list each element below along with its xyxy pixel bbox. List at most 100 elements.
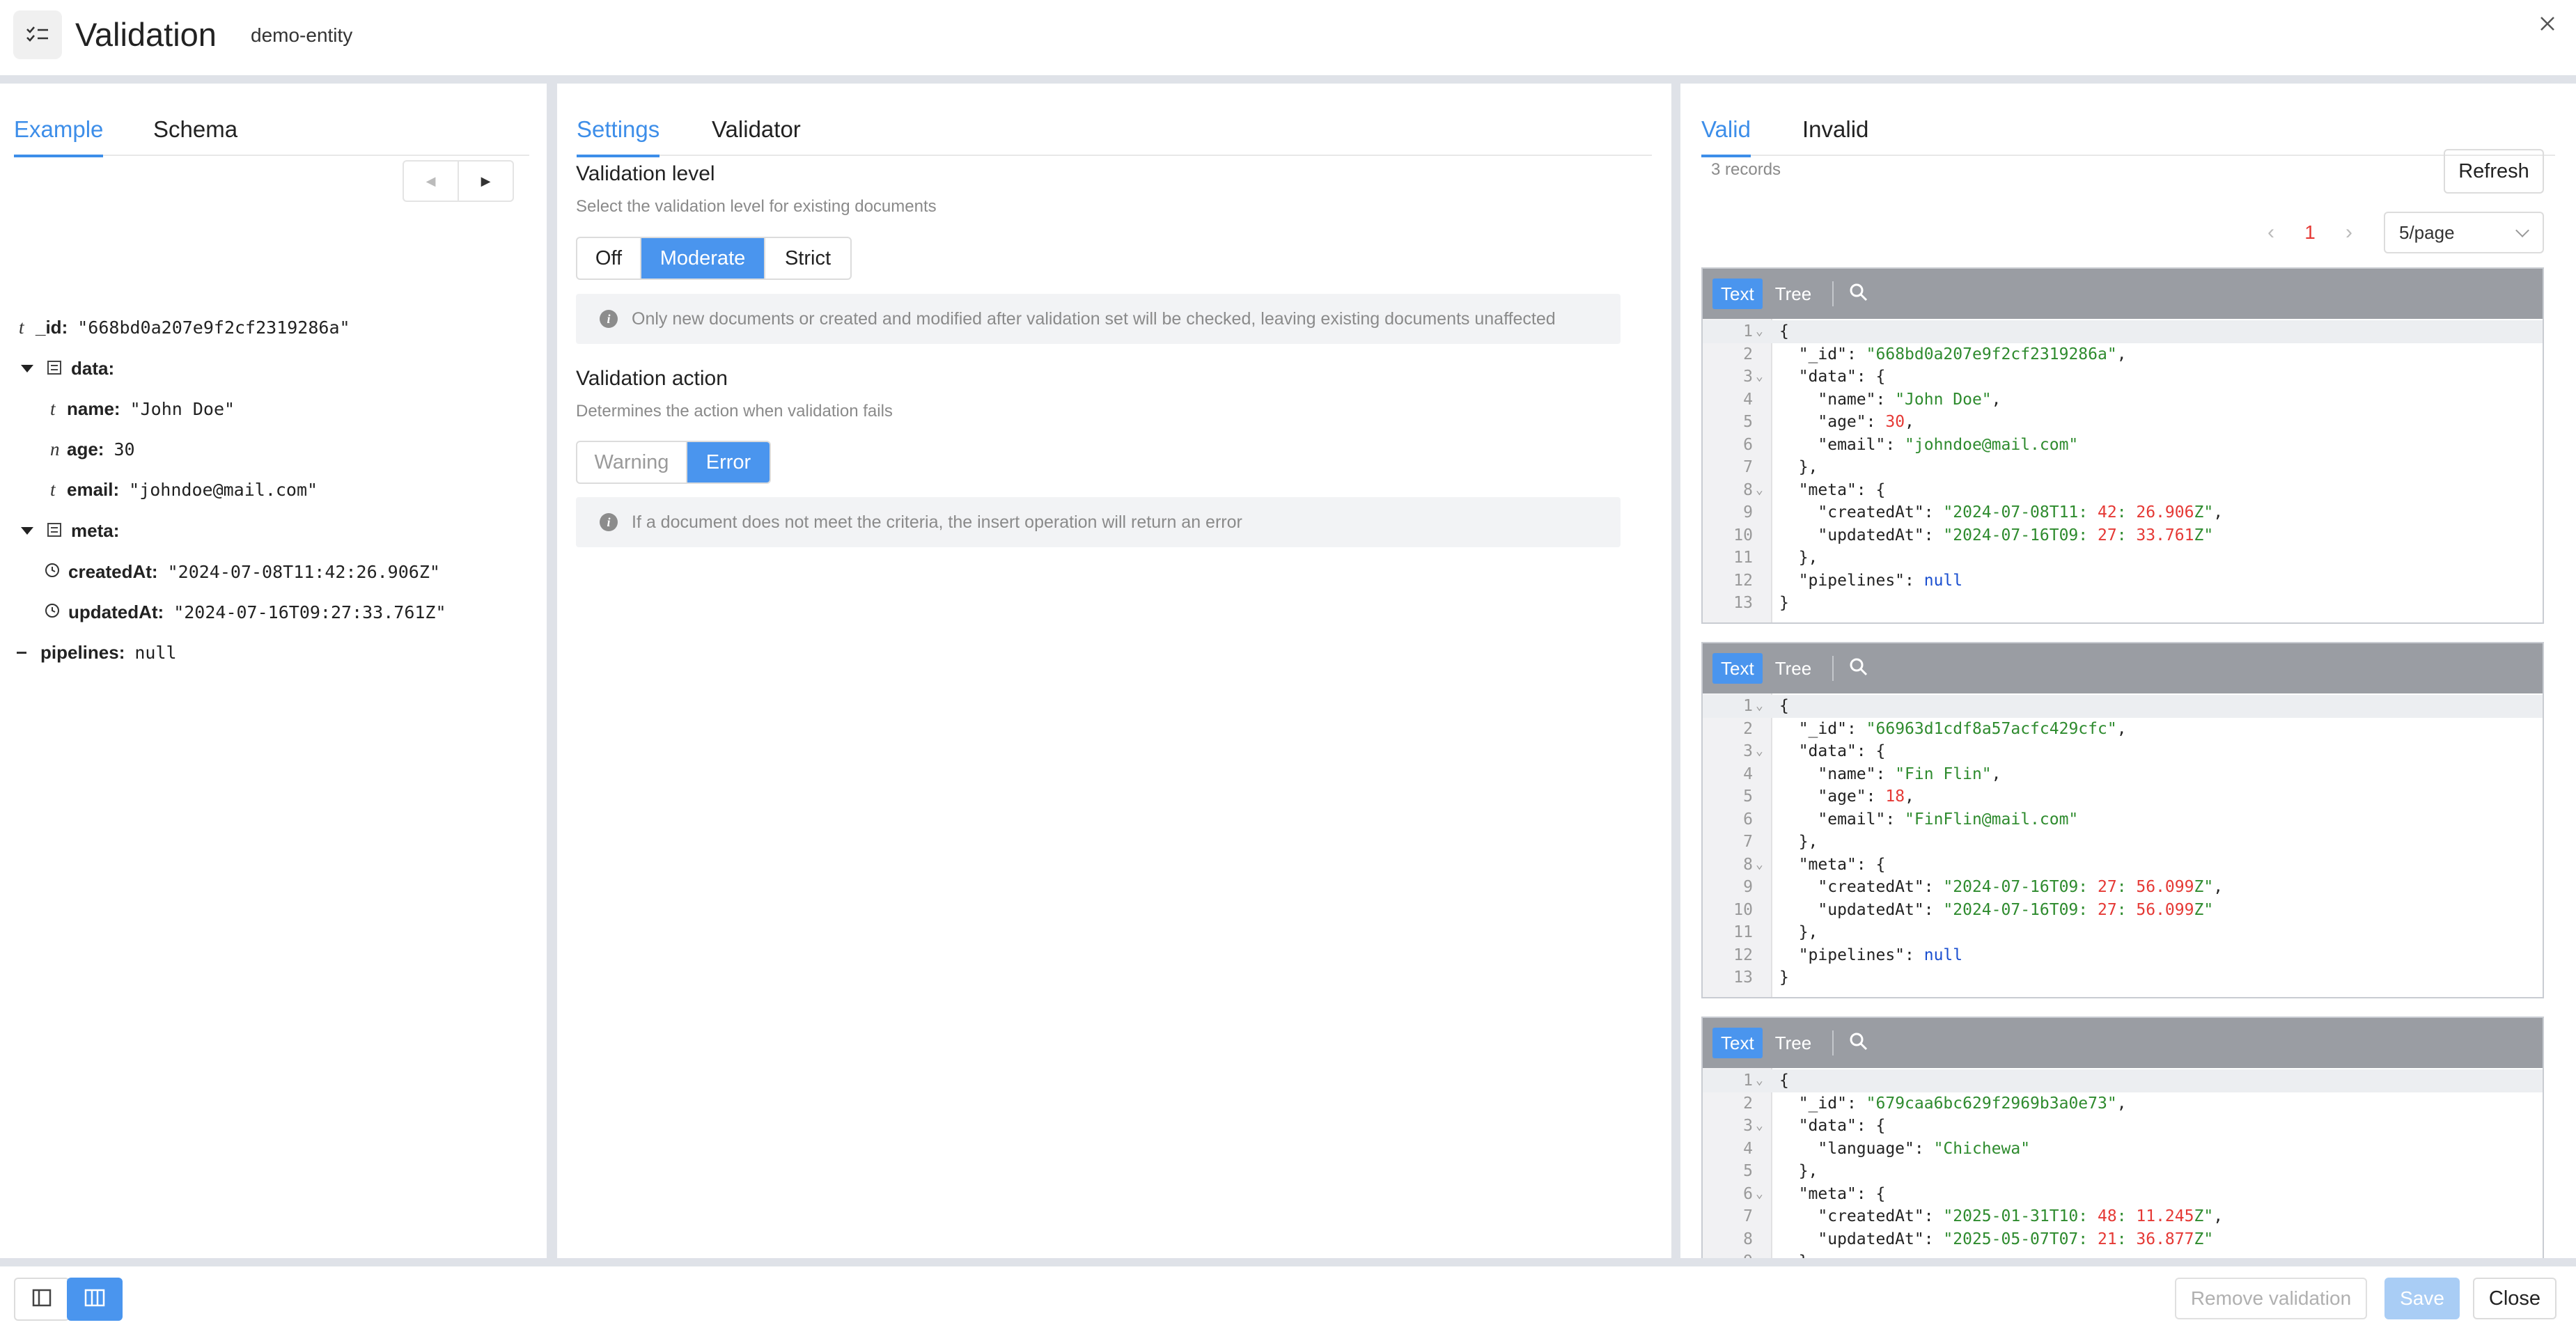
action-warning-option[interactable]: Warning bbox=[577, 442, 687, 482]
search-icon[interactable] bbox=[1849, 283, 1868, 306]
line-number: 3 bbox=[1743, 742, 1753, 760]
line-number: 9 bbox=[1743, 503, 1753, 521]
level-moderate-option[interactable]: Moderate bbox=[641, 238, 765, 278]
refresh-button[interactable]: Refresh bbox=[2444, 149, 2544, 194]
code-line: 8 ⌄ "meta": { bbox=[1703, 854, 2543, 877]
tab-validator[interactable]: Validator bbox=[712, 116, 801, 143]
checklist-icon[interactable] bbox=[13, 10, 62, 59]
split-view-button[interactable] bbox=[67, 1278, 123, 1321]
validation-level-selector: Off Moderate Strict bbox=[576, 237, 852, 280]
code-text: "meta": { bbox=[1798, 855, 1886, 874]
code-line: 4 "name": "John Doe", bbox=[1703, 389, 2543, 411]
editor-toolbar: Text Tree bbox=[1703, 1018, 2543, 1068]
code-line: 5 "age": 30, bbox=[1703, 411, 2543, 434]
remove-validation-button[interactable]: Remove validation bbox=[2175, 1278, 2367, 1319]
fold-chevron-icon[interactable]: ⌄ bbox=[1756, 1183, 1763, 1206]
code-text: }, bbox=[1779, 1250, 1818, 1258]
tab-example[interactable]: Example bbox=[14, 116, 104, 157]
code-text: "data": { bbox=[1798, 368, 1886, 386]
tree-key: _id: bbox=[36, 316, 68, 338]
editor-body[interactable]: 1 ⌄{2 "_id": "668bd0a207e9f2cf2319286a", 3… bbox=[1703, 319, 2543, 622]
level-info-text: Only new documents or created and modifi… bbox=[632, 308, 1556, 329]
close-icon[interactable] bbox=[2532, 8, 2563, 39]
line-number: 13 bbox=[1733, 594, 1753, 612]
text-mode-tab[interactable]: Text bbox=[1712, 653, 1763, 684]
collapse-caret-icon[interactable] bbox=[21, 364, 33, 372]
level-info-box: i Only new documents or created and modi… bbox=[576, 294, 1621, 344]
save-button[interactable]: Save bbox=[2384, 1278, 2460, 1319]
close-button[interactable]: Close bbox=[2473, 1278, 2557, 1319]
editor-body[interactable]: 1 ⌄{2 "_id": "66963d1cdf8a57acfc429cfc", 3… bbox=[1703, 693, 2543, 997]
divider bbox=[0, 75, 2576, 84]
code-line: 3 ⌄ "data": { bbox=[1703, 1115, 2543, 1138]
fold-chevron-icon[interactable]: ⌄ bbox=[1756, 320, 1763, 343]
code-text: } bbox=[1779, 968, 1789, 987]
code-text: }, bbox=[1779, 458, 1818, 476]
line-number: 3 bbox=[1743, 368, 1753, 386]
divider bbox=[0, 1258, 2576, 1266]
fold-chevron-icon[interactable]: ⌄ bbox=[1756, 740, 1763, 763]
tree-row[interactable]: data: bbox=[21, 354, 124, 382]
search-icon[interactable] bbox=[1849, 657, 1868, 680]
code-line: 1 ⌄ { bbox=[1703, 1069, 2543, 1092]
tab-invalid[interactable]: Invalid bbox=[1802, 116, 1868, 143]
tree-mode-tab[interactable]: Tree bbox=[1767, 1028, 1820, 1058]
page-size-select[interactable]: 5/page bbox=[2384, 212, 2544, 253]
json-editor[interactable]: Text Tree 1 ⌄{2 "_id": "679caa6bc629f2969… bbox=[1701, 1017, 2544, 1258]
fold-chevron-icon[interactable]: ⌄ bbox=[1756, 366, 1763, 389]
tab-schema[interactable]: Schema bbox=[153, 116, 237, 143]
code-line: 1 ⌄ { bbox=[1703, 320, 2543, 343]
json-editor[interactable]: Text Tree 1 ⌄{2 "_id": "66963d1cdf8a57acf… bbox=[1701, 642, 2544, 998]
level-strict-option[interactable]: Strict bbox=[765, 238, 850, 278]
json-editor[interactable]: Text Tree 1 ⌄{2 "_id": "668bd0a207e9f2cf2… bbox=[1701, 267, 2544, 624]
tree-key: meta: bbox=[71, 519, 120, 541]
fold-chevron-icon[interactable]: ⌄ bbox=[1756, 1069, 1763, 1092]
action-error-option[interactable]: Error bbox=[687, 442, 770, 482]
code-line: 1 ⌄ { bbox=[1703, 695, 2543, 718]
panel-resizer[interactable] bbox=[547, 84, 557, 1258]
tab-valid[interactable]: Valid bbox=[1701, 116, 1751, 157]
fold-chevron-icon[interactable]: ⌄ bbox=[1756, 854, 1763, 877]
fold-chevron-icon[interactable]: ⌄ bbox=[1756, 479, 1763, 502]
code-text: "createdAt": "2025-01-31T10: 48: 11.245Z… bbox=[1818, 1207, 2224, 1225]
line-number: 2 bbox=[1743, 719, 1753, 738]
tab-settings[interactable]: Settings bbox=[577, 116, 660, 157]
panel-resizer[interactable] bbox=[1671, 84, 1680, 1258]
null-type-icon bbox=[17, 651, 26, 654]
tree-value: null bbox=[134, 642, 177, 663]
next-page-icon[interactable]: › bbox=[2329, 221, 2368, 244]
tree-key: data: bbox=[71, 357, 115, 379]
line-number: 4 bbox=[1743, 764, 1753, 783]
editor-body[interactable]: 1 ⌄{2 "_id": "679caa6bc629f2969b3a0e73", 3… bbox=[1703, 1068, 2543, 1258]
line-number: 1 bbox=[1743, 1072, 1753, 1090]
object-icon bbox=[47, 358, 61, 379]
code-line: 4 "language": "Chichewa" bbox=[1703, 1138, 2543, 1161]
line-number: 2 bbox=[1743, 1094, 1753, 1113]
current-page[interactable]: 1 bbox=[2290, 221, 2329, 244]
settings-panel: Settings Validator Validation level Sele… bbox=[557, 84, 1671, 1258]
fold-chevron-icon[interactable]: ⌄ bbox=[1756, 695, 1763, 718]
search-icon[interactable] bbox=[1849, 1032, 1868, 1055]
code-line: 11 }, bbox=[1703, 547, 2543, 570]
prev-page-icon[interactable]: ‹ bbox=[2251, 221, 2290, 244]
text-mode-tab[interactable]: Text bbox=[1712, 1028, 1763, 1058]
text-mode-tab[interactable]: Text bbox=[1712, 278, 1763, 309]
line-number: 10 bbox=[1733, 526, 1753, 544]
code-text: "pipelines": null bbox=[1798, 945, 1963, 964]
validation-action-hint: Determines the action when validation fa… bbox=[576, 402, 893, 421]
right-tabs: Valid Invalid bbox=[1701, 103, 2555, 157]
fold-chevron-icon[interactable]: ⌄ bbox=[1756, 1115, 1763, 1138]
toolbar-separator bbox=[1832, 281, 1834, 306]
code-line: 7 }, bbox=[1703, 456, 2543, 479]
collapse-caret-icon[interactable] bbox=[21, 526, 33, 535]
single-panel-view-button[interactable] bbox=[14, 1278, 70, 1321]
validation-action-title: Validation action bbox=[576, 367, 728, 390]
tree-row[interactable]: meta: bbox=[21, 517, 129, 544]
level-off-option[interactable]: Off bbox=[577, 238, 641, 278]
tree-mode-tab[interactable]: Tree bbox=[1767, 653, 1820, 684]
prev-example-button[interactable]: ◀ bbox=[404, 162, 459, 201]
tree-mode-tab[interactable]: Tree bbox=[1767, 278, 1820, 309]
code-line: 2 "_id": "679caa6bc629f2969b3a0e73", bbox=[1703, 1092, 2543, 1115]
code-line: 13} bbox=[1703, 592, 2543, 615]
next-example-button[interactable]: ▶ bbox=[459, 162, 513, 201]
